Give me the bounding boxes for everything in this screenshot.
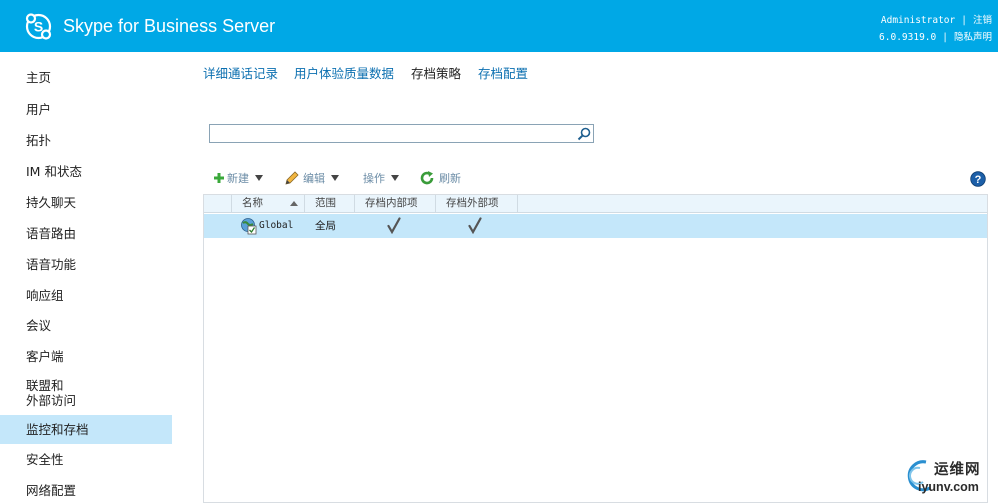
sidebar-item-response-groups[interactable]: 响应组: [0, 288, 172, 303]
refresh-icon: [420, 171, 434, 185]
svg-text:S: S: [34, 19, 43, 35]
sidebar-item-federation[interactable]: 联盟和 外部访问: [0, 378, 172, 408]
sidebar-item-conferencing[interactable]: 会议: [0, 318, 172, 333]
skype-logo-icon: S: [25, 13, 52, 40]
edit-label: 编辑: [303, 172, 325, 185]
tab-archiving-policy[interactable]: 存档策略: [411, 63, 461, 82]
new-dropdown-icon: [255, 175, 263, 181]
sidebar-item-home[interactable]: 主页: [0, 70, 172, 85]
version-label: 6.0.9319.0: [879, 32, 937, 43]
cell-scope: 全局: [315, 220, 336, 232]
sidebar-item-voice-features[interactable]: 语音功能: [0, 257, 172, 272]
user-info: Administrator | 注销 6.0.9319.0 | 隐私声明: [879, 15, 992, 43]
table-row[interactable]: Global 全局: [204, 214, 987, 238]
top-header: S Skype for Business Server Administrato…: [0, 0, 998, 52]
edit-button[interactable]: 编辑: [284, 170, 339, 186]
refresh-button[interactable]: 刷新: [419, 170, 461, 186]
refresh-label: 刷新: [439, 172, 461, 185]
signout-link[interactable]: 注销: [973, 15, 992, 26]
help-icon[interactable]: ?: [970, 171, 986, 187]
column-head-scope[interactable]: 范围: [305, 195, 355, 212]
search-icon[interactable]: [577, 127, 591, 141]
plus-icon: [214, 173, 224, 183]
watermark-text-en: iyunv.com: [918, 480, 979, 494]
action-dropdown-icon: [391, 175, 399, 181]
main-content: 详细通话记录 用户体验质量数据 存档策略 存档配置 新建 编辑 操作 刷新 ? …: [172, 52, 998, 503]
action-button[interactable]: 操作: [363, 170, 399, 186]
sidebar-item-clients[interactable]: 客户端: [0, 349, 172, 364]
new-button[interactable]: 新建: [213, 170, 263, 186]
new-label: 新建: [227, 172, 249, 185]
privacy-link[interactable]: 隐私声明: [954, 32, 992, 43]
sidebar-item-security[interactable]: 安全性: [0, 452, 172, 467]
search-input[interactable]: [212, 126, 572, 141]
column-head-icon: [204, 195, 232, 212]
policy-grid: 名称 范围 存档内部项 存档外部项 Global 全局: [203, 194, 988, 503]
watermark-text-cn: 运维网: [934, 462, 981, 478]
watermark: 运维网 iyunv.com: [896, 452, 996, 503]
app-title: Skype for Business Server: [63, 16, 276, 36]
sidebar-item-persistent-chat[interactable]: 持久聊天: [0, 195, 172, 210]
column-head-name[interactable]: 名称: [232, 195, 305, 212]
sidebar-item-network-config[interactable]: 网络配置: [0, 483, 172, 498]
sidebar-item-monitoring-archiving[interactable]: 监控和存档: [0, 415, 172, 444]
sidebar-item-users[interactable]: 用户: [0, 102, 172, 117]
edit-dropdown-icon: [331, 175, 339, 181]
check-icon: [387, 217, 401, 234]
sidebar-item-voice-routing[interactable]: 语音路由: [0, 226, 172, 241]
cell-name: Global: [259, 220, 294, 231]
search-box: [209, 124, 594, 143]
svg-text:?: ?: [975, 174, 982, 186]
watermark-logo-icon: [907, 460, 931, 492]
check-icon: [468, 217, 482, 234]
global-policy-icon: [241, 218, 257, 235]
sort-ascending-icon: [290, 201, 298, 206]
tab-call-detail-recording[interactable]: 详细通话记录: [203, 63, 278, 82]
sidebar-item-im-presence[interactable]: IM 和状态: [0, 164, 172, 179]
sidebar-item-topology[interactable]: 拓扑: [0, 133, 172, 148]
action-label: 操作: [363, 172, 385, 185]
grid-header: 名称 范围 存档内部项 存档外部项: [204, 195, 987, 213]
column-head-archive-internal[interactable]: 存档内部项: [355, 195, 436, 212]
user-name[interactable]: Administrator: [881, 15, 955, 26]
column-head-archive-external[interactable]: 存档外部项: [436, 195, 518, 212]
sidebar-nav: 主页 用户 拓扑 IM 和状态 持久聊天 语音路由 语音功能 响应组 会议 客户…: [0, 52, 172, 503]
tab-archiving-configuration[interactable]: 存档配置: [478, 63, 528, 82]
tab-qoe-data[interactable]: 用户体验质量数据: [294, 63, 394, 82]
pencil-icon: [285, 171, 299, 185]
